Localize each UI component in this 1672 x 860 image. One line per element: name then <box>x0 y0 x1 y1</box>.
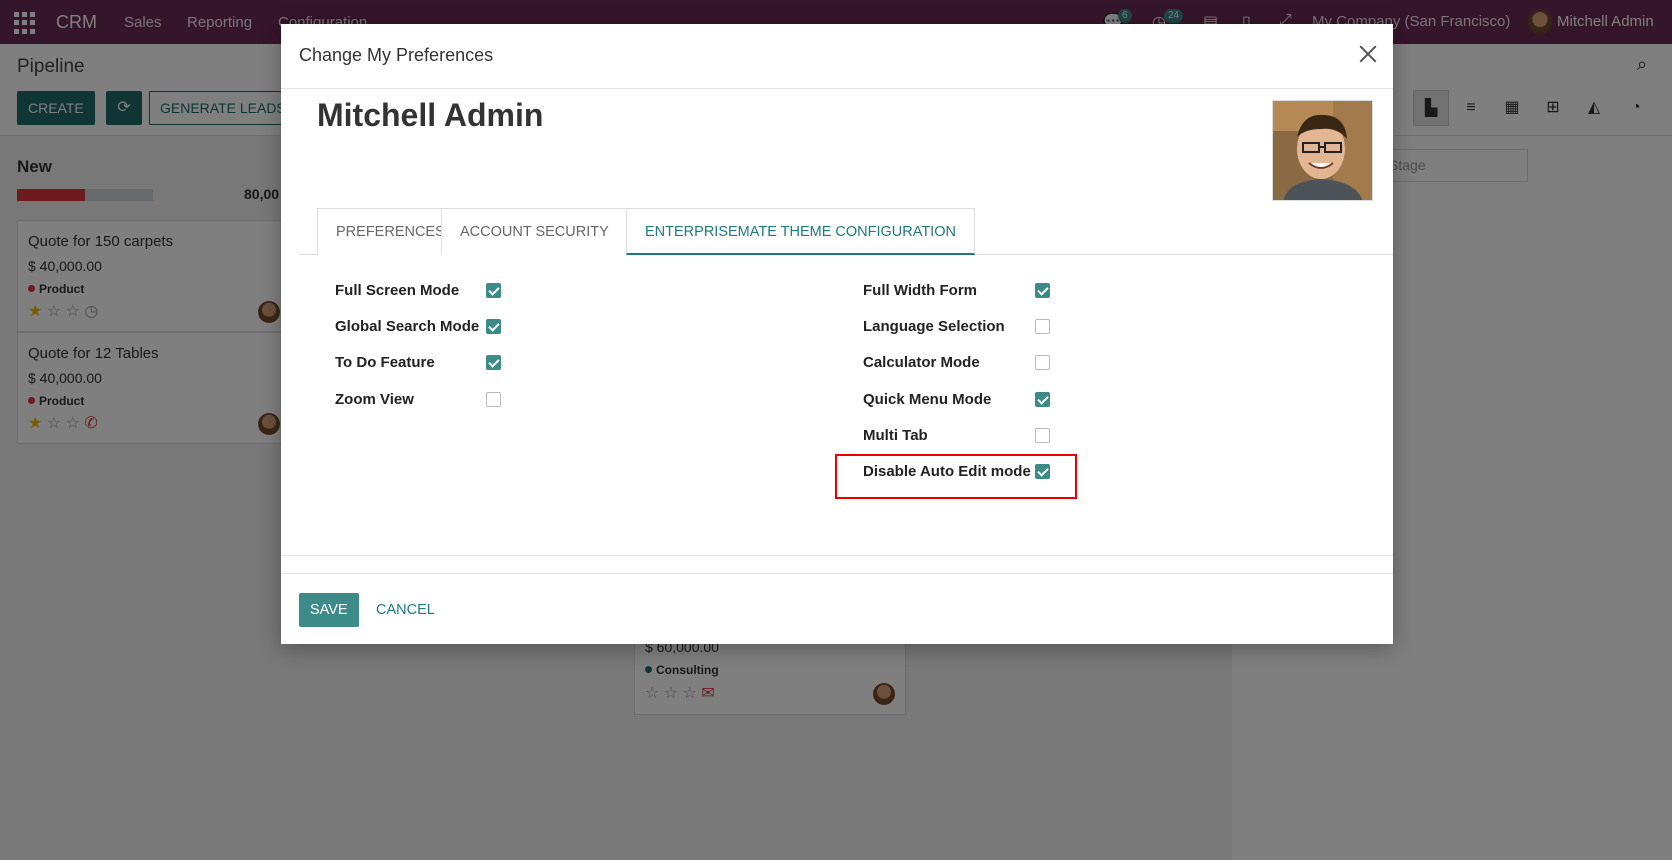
full-width-form-checkbox[interactable] <box>1035 283 1050 298</box>
tab-enterprisemate-theme[interactable]: ENTERPRISEMATE THEME CONFIGURATION <box>626 208 975 255</box>
full-width-form-label: Full Width Form <box>863 282 978 299</box>
to-do-feature-checkbox[interactable] <box>486 355 501 370</box>
close-icon[interactable] <box>1356 42 1380 66</box>
language-selection-checkbox[interactable] <box>1035 319 1050 334</box>
quick-menu-mode-checkbox[interactable] <box>1035 392 1050 407</box>
multi-tab-checkbox[interactable] <box>1035 428 1050 443</box>
save-button[interactable]: SAVE <box>299 593 359 627</box>
preferences-tabs: PREFERENCES ACCOUNT SECURITY ENTERPRISEM… <box>299 208 1393 255</box>
global-search-mode-label: Global Search Mode <box>335 318 480 335</box>
tab-account-security[interactable]: ACCOUNT SECURITY <box>441 208 628 255</box>
calculator-mode-label: Calculator Mode <box>863 354 980 371</box>
quick-menu-mode-label: Quick Menu Mode <box>863 391 992 408</box>
highlight-annotation <box>835 454 1077 499</box>
global-search-mode-checkbox[interactable] <box>486 319 501 334</box>
calculator-mode-checkbox[interactable] <box>1035 355 1050 370</box>
language-selection-label: Language Selection <box>863 318 1005 335</box>
zoom-view-label: Zoom View <box>335 391 414 408</box>
multi-tab-label: Multi Tab <box>863 427 928 444</box>
cancel-button[interactable]: CANCEL <box>376 593 435 627</box>
profile-photo[interactable] <box>1272 100 1373 201</box>
preferences-dialog: Change My Preferences Mitchell Admin PRE… <box>281 24 1393 644</box>
dialog-title: Change My Preferences <box>299 45 494 65</box>
dialog-footer: SAVE CANCEL <box>281 555 1393 644</box>
dialog-header: Change My Preferences <box>281 24 1393 89</box>
full-screen-mode-checkbox[interactable] <box>486 283 501 298</box>
user-name-heading: Mitchell Admin <box>317 97 544 133</box>
to-do-feature-label: To Do Feature <box>335 354 435 371</box>
zoom-view-checkbox[interactable] <box>486 392 501 407</box>
full-screen-mode-label: Full Screen Mode <box>335 282 460 299</box>
